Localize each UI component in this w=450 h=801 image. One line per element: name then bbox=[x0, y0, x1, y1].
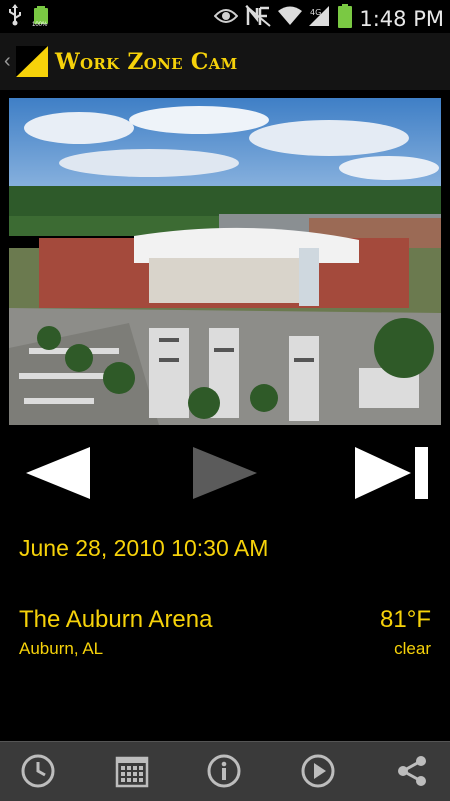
app-logo[interactable] bbox=[16, 46, 48, 77]
info-icon bbox=[207, 754, 241, 788]
weather-condition: clear bbox=[394, 639, 431, 658]
bottom-action-bar bbox=[0, 741, 450, 801]
triangle-right-icon bbox=[193, 447, 257, 499]
nfc-icon bbox=[245, 4, 272, 32]
battery-full-small-icon: 100% bbox=[32, 5, 50, 30]
camera-image[interactable] bbox=[9, 98, 441, 425]
battery-percent-label: 100% bbox=[32, 21, 48, 28]
skip-to-end-icon bbox=[355, 447, 428, 499]
app-bar: ‹ Work Zone Cam bbox=[0, 33, 450, 90]
share-button[interactable] bbox=[394, 753, 430, 789]
location-city: Auburn, AL bbox=[19, 639, 104, 658]
calendar-icon bbox=[115, 756, 149, 788]
skip-to-last-button[interactable] bbox=[355, 447, 429, 499]
history-button[interactable] bbox=[20, 753, 56, 789]
up-caret-icon[interactable]: ‹ bbox=[4, 51, 11, 71]
eye-icon bbox=[214, 8, 239, 29]
info-button[interactable] bbox=[206, 753, 242, 789]
share-icon bbox=[398, 756, 426, 786]
usb-icon bbox=[8, 4, 22, 31]
play-sequence-button[interactable] bbox=[300, 753, 336, 789]
wifi-icon bbox=[278, 6, 303, 31]
previous-button[interactable] bbox=[26, 447, 92, 499]
clock-time: 1:48 PM bbox=[359, 6, 444, 31]
temperature: 81°F bbox=[380, 606, 431, 633]
play-button[interactable] bbox=[193, 447, 259, 499]
app-title: Work Zone Cam bbox=[55, 49, 238, 75]
triangle-left-icon bbox=[26, 447, 90, 499]
battery-icon bbox=[338, 4, 353, 33]
location-name: The Auburn Arena bbox=[19, 606, 213, 633]
play-circle-icon bbox=[301, 754, 335, 788]
calendar-button[interactable] bbox=[114, 753, 150, 789]
status-bar: 100% 4G 1:48 PM bbox=[0, 0, 450, 33]
clock-icon bbox=[21, 754, 55, 788]
signal-icon: 4G bbox=[309, 6, 331, 31]
svg-text:4G: 4G bbox=[310, 8, 321, 17]
capture-datetime: June 28, 2010 10:30 AM bbox=[19, 535, 269, 561]
